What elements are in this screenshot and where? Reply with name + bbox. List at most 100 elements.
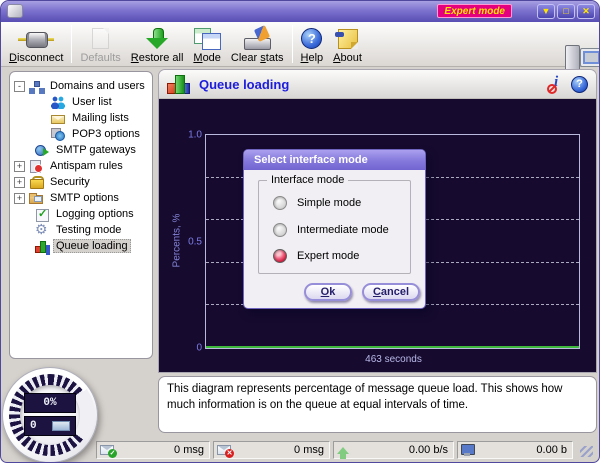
brush-drive-icon [243, 27, 271, 50]
page-icon [92, 28, 109, 49]
load-gauge: 0% 0 [2, 367, 98, 463]
y-axis-label: Percents, % [172, 201, 183, 281]
settings-tree: - Domains and users User list Mailing li… [9, 71, 153, 359]
sidebar-item-security[interactable]: + Security [12, 174, 150, 190]
sidebar-item-domains-and-users[interactable]: - Domains and users [12, 78, 150, 94]
mailing-lists-icon [51, 115, 65, 124]
defaults-button[interactable]: Defaults [75, 24, 125, 65]
mode-button[interactable]: Mode [188, 24, 226, 65]
sidebar-item-mailing-lists[interactable]: Mailing lists [12, 110, 150, 126]
toolbar-separator [292, 25, 293, 63]
toolbar: Disconnect Defaults Restore all Mode Cle… [1, 22, 599, 67]
window-buttons: ▼ □ ✕ [537, 4, 595, 19]
close-button[interactable]: ✕ [577, 4, 595, 19]
expand-icon[interactable]: + [14, 177, 25, 188]
radio-icon[interactable] [273, 249, 287, 263]
sidebar-item-queue-loading[interactable]: Queue loading [12, 238, 150, 254]
status-value: 0 msg [174, 444, 209, 456]
sidebar-item-label: SMTP gateways [53, 143, 139, 157]
green-arrow-icon [145, 28, 169, 50]
gauge-face: 0% 0 [2, 367, 98, 463]
sidebar-item-label: Domains and users [47, 79, 148, 93]
resize-grip[interactable] [580, 446, 593, 457]
sidebar-item-user-list[interactable]: User list [12, 94, 150, 110]
domains-icon [29, 80, 43, 93]
app-icon [7, 4, 23, 18]
status-panel-delivered: 0 msg [96, 441, 210, 459]
mail-icon [52, 421, 70, 431]
disconnect-icon [18, 29, 54, 49]
sidebar-item-smtp-options[interactable]: + SMTP options [12, 190, 150, 206]
collapse-icon[interactable]: - [14, 81, 25, 92]
clear-stats-button[interactable]: Clear stats [226, 24, 289, 65]
ok-button[interactable]: Ok [304, 283, 352, 301]
series-line [206, 346, 579, 348]
maximize-button[interactable]: □ [557, 4, 575, 19]
toolbar-button-label: About [333, 52, 362, 64]
info-disabled-icon[interactable] [549, 75, 563, 93]
security-icon [29, 176, 43, 189]
restore-all-button[interactable]: Restore all [126, 24, 189, 65]
radio-icon[interactable] [273, 196, 287, 210]
sidebar-item-label: Mailing lists [69, 111, 132, 125]
mail-ok-icon [100, 445, 114, 455]
help-button[interactable]: Help [296, 24, 329, 65]
radio-intermediate-mode[interactable]: Intermediate mode [273, 222, 389, 238]
sidebar-item-label: Logging options [53, 207, 137, 221]
radio-expert-mode[interactable]: Expert mode [273, 248, 359, 264]
radio-simple-mode[interactable]: Simple mode [273, 195, 361, 211]
panel-header: Queue loading [159, 70, 596, 99]
status-value: 0 msg [294, 444, 329, 456]
minimize-button[interactable]: ▼ [537, 4, 555, 19]
dialog-title[interactable]: Select interface mode [244, 150, 425, 170]
expand-icon[interactable]: + [14, 161, 25, 172]
sidebar-item-pop3-options[interactable]: POP3 options [12, 126, 150, 142]
sidebar-item-smtp-gateways[interactable]: SMTP gateways [12, 142, 150, 158]
sidebar-item-antispam-rules[interactable]: + Antispam rules [12, 158, 150, 174]
expand-icon[interactable]: + [14, 193, 25, 204]
status-panel-traffic: 0.00 b [457, 441, 573, 459]
status-value: 0.00 b [536, 444, 572, 456]
queue-loading-icon [35, 240, 49, 253]
x-axis-label: 463 seconds [205, 354, 582, 365]
sidebar-item-label: SMTP options [47, 191, 122, 205]
user-list-icon [51, 96, 65, 109]
logging-icon [35, 208, 49, 221]
sidebar-item-label: Queue loading [53, 239, 131, 253]
app-window: Expert mode ▼ □ ✕ Disconnect Defaults Re… [0, 0, 600, 463]
sidebar-item-label: Testing mode [53, 223, 124, 237]
select-interface-mode-dialog: Select interface mode Interface mode Sim… [243, 149, 426, 309]
toolbar-button-label: Mode [193, 52, 221, 64]
about-button[interactable]: About [328, 24, 367, 65]
radio-label: Intermediate mode [297, 224, 389, 236]
cancel-button[interactable]: Cancel [362, 283, 420, 301]
toolbar-separator [71, 25, 72, 63]
toolbar-button-label: Clear stats [231, 52, 284, 64]
y-tick-label: 0.5 [188, 236, 202, 247]
smtp-options-icon [29, 195, 43, 204]
upload-icon [337, 447, 349, 454]
disconnect-button[interactable]: Disconnect [4, 24, 68, 65]
windows-icon [194, 28, 221, 50]
toolbar-button-label: Defaults [80, 52, 120, 64]
sidebar-item-testing-mode[interactable]: Testing mode [12, 222, 150, 238]
status-panel-failed: 0 msg [213, 441, 330, 459]
title-bar[interactable]: Expert mode ▼ □ ✕ [1, 1, 599, 22]
toolbar-button-label: Help [301, 52, 324, 64]
help-icon[interactable] [571, 76, 588, 93]
note-icon [338, 29, 358, 49]
group-label: Interface mode [267, 174, 348, 186]
radio-icon[interactable] [273, 223, 287, 237]
sidebar-item-logging-options[interactable]: Logging options [12, 206, 150, 222]
panel-title: Queue loading [199, 77, 289, 92]
pop3-icon [51, 128, 65, 141]
gauge-count-display: 0 [24, 416, 76, 436]
radio-label: Simple mode [297, 197, 361, 209]
mail-error-icon [217, 445, 231, 455]
toolbar-button-label: Restore all [131, 52, 184, 64]
sidebar-item-label: User list [69, 95, 115, 109]
sidebar-item-label: Antispam rules [47, 159, 126, 173]
sidebar-item-label: Security [47, 175, 93, 189]
status-panel-speed: 0.00 b/s [333, 441, 454, 459]
description-panel: This diagram represents percentage of me… [158, 376, 597, 433]
